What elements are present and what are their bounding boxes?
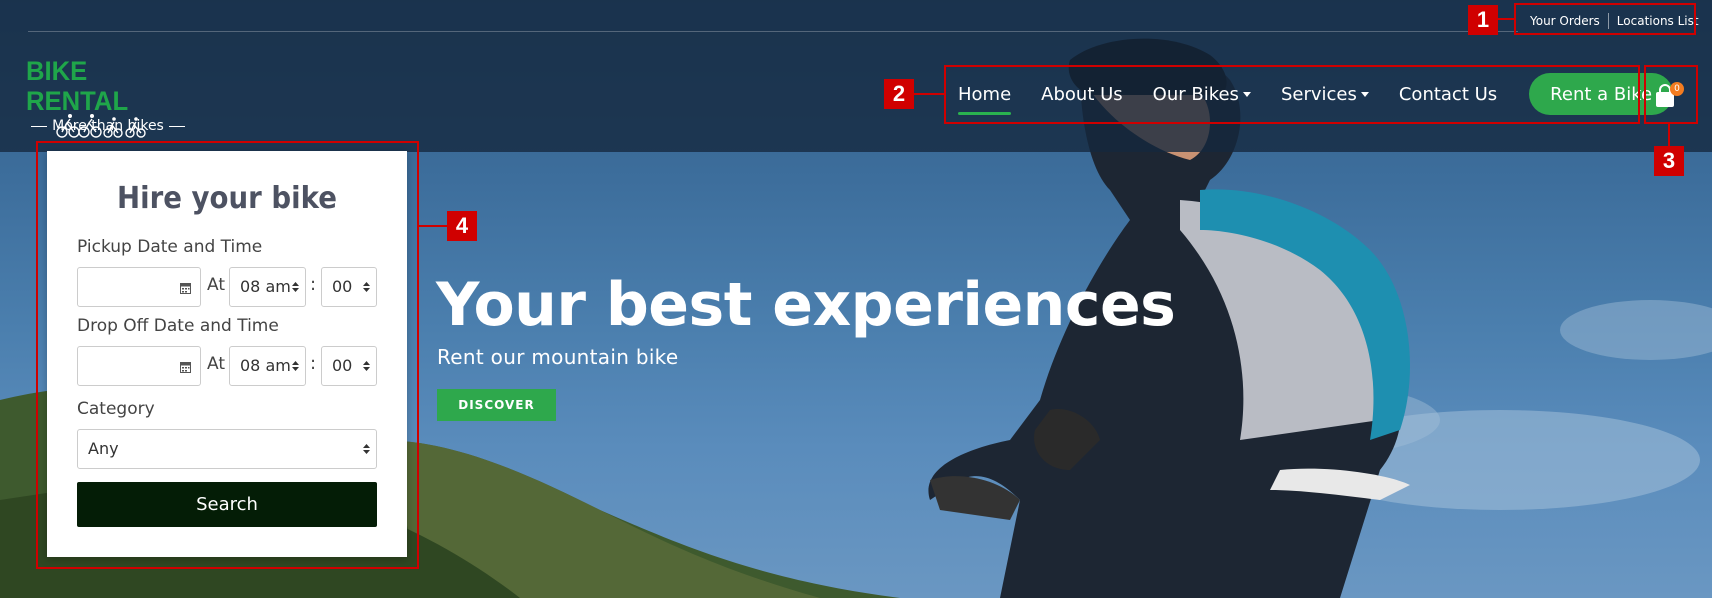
logo-line-left [31,125,48,127]
annotation-number-4: 4 [447,211,477,241]
hero-title: Your best experiences [436,270,1176,340]
annotation-line-1 [1498,18,1514,20]
annotation-box-3 [1644,65,1698,124]
annotation-number-3: 3 [1654,146,1684,176]
cyclist-icon [56,114,146,138]
annotation-line-3 [1668,124,1670,148]
discover-button[interactable]: DISCOVER [437,389,556,421]
annotation-line-2 [914,93,944,95]
logo-title: BIKE RENTAL [26,56,129,116]
logo-line-right [168,125,185,127]
top-divider [28,31,1518,32]
annotation-number-2: 2 [884,79,914,109]
hero-subtitle: Rent our mountain bike [437,345,679,369]
annotation-box-2 [944,65,1640,124]
annotation-box-1 [1514,3,1696,35]
annotation-number-1: 1 [1468,5,1498,35]
annotation-line-4 [419,225,447,227]
site-logo[interactable]: BIKE RENTAL More than bikes [26,56,190,138]
annotation-box-4 [36,141,419,569]
